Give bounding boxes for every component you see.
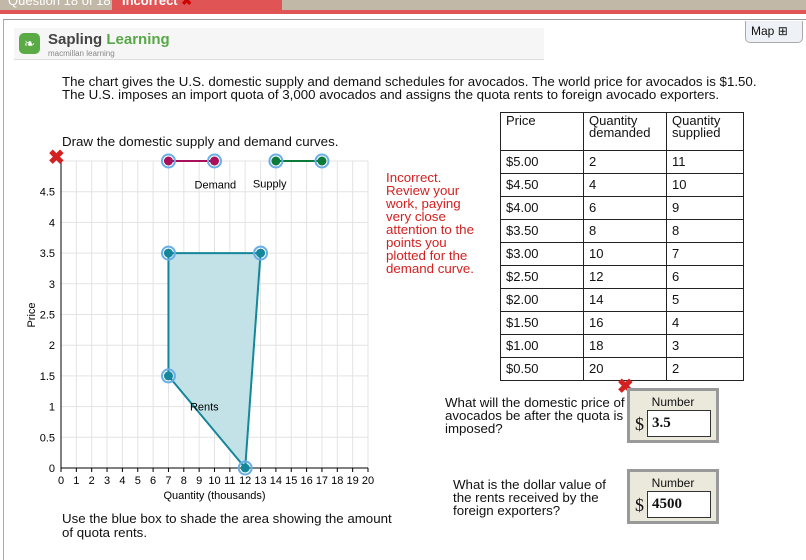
supply-point[interactable] (317, 156, 327, 166)
x-tick-label: 3 (104, 475, 110, 487)
x-tick-label: 11 (224, 475, 235, 487)
y-tick-label: 2.5 (40, 310, 55, 322)
currency-symbol: $ (635, 495, 644, 515)
number-label: Number (651, 395, 695, 409)
x-tick-label: 17 (316, 475, 328, 487)
y-tick-label: 3 (49, 279, 55, 291)
rents-point[interactable] (163, 371, 173, 381)
x-tick-label: 6 (150, 475, 156, 487)
x-tick-label: 14 (270, 475, 282, 487)
x-tick-label: 1 (73, 475, 79, 487)
x-tick-label: 19 (347, 475, 359, 487)
supply-label: Supply (253, 179, 287, 191)
x-tick-label: 9 (196, 475, 202, 487)
x-tick-label: 13 (254, 475, 266, 487)
demand-point[interactable] (163, 156, 173, 166)
number-label: Number (651, 476, 695, 490)
supply-point[interactable] (271, 156, 281, 166)
shade-instruction: Use the blue box to shade the area showi… (62, 511, 392, 540)
y-tick-label: 4 (49, 217, 55, 229)
question-2: What is the dollar value of the rents re… (453, 477, 606, 518)
y-axis-label: Price (26, 302, 38, 327)
x-tick-label: 20 (362, 475, 374, 487)
x-tick-label: 15 (285, 475, 297, 487)
currency-symbol: $ (635, 414, 644, 434)
y-tick-label: 0 (49, 463, 55, 475)
x-tick-label: 18 (331, 475, 343, 487)
x-tick-label: 8 (181, 475, 187, 487)
demand-point[interactable] (210, 156, 219, 166)
answer-box-2: Number $ 4500 (627, 469, 719, 524)
rents-input[interactable]: 4500 (647, 491, 711, 518)
x-tick-label: 10 (208, 475, 220, 487)
x-tick-label: 12 (239, 475, 251, 487)
rents-point[interactable] (163, 248, 173, 258)
price-input[interactable]: 3.5 (647, 410, 711, 437)
graph-incorrect-x-icon: ✖ (48, 147, 65, 169)
x-tick-label: 0 (58, 475, 64, 487)
rents-point[interactable] (240, 463, 250, 473)
answer-box-1: Number $ 3.5 (627, 388, 719, 443)
x-tick-label: 5 (135, 475, 141, 487)
y-tick-label: 4.5 (40, 187, 55, 199)
rents-point[interactable] (256, 248, 266, 258)
x-tick-label: 4 (119, 475, 125, 487)
y-tick-label: 2 (49, 340, 55, 352)
y-tick-label: 3.5 (40, 248, 55, 260)
question-1: What will the domestic price of avocados… (445, 395, 625, 436)
y-tick-label: 1.5 (40, 371, 55, 383)
x-tick-label: 2 (89, 475, 95, 487)
x-axis-label: Quantity (thousands) (163, 490, 265, 502)
demand-label: Demand (195, 180, 237, 192)
y-tick-label: 0.5 (40, 432, 55, 444)
x-tick-label: 16 (300, 475, 312, 487)
rents-label: Rents (190, 402, 219, 414)
y-tick-label: 1 (49, 402, 55, 414)
x-tick-label: 7 (165, 475, 171, 487)
